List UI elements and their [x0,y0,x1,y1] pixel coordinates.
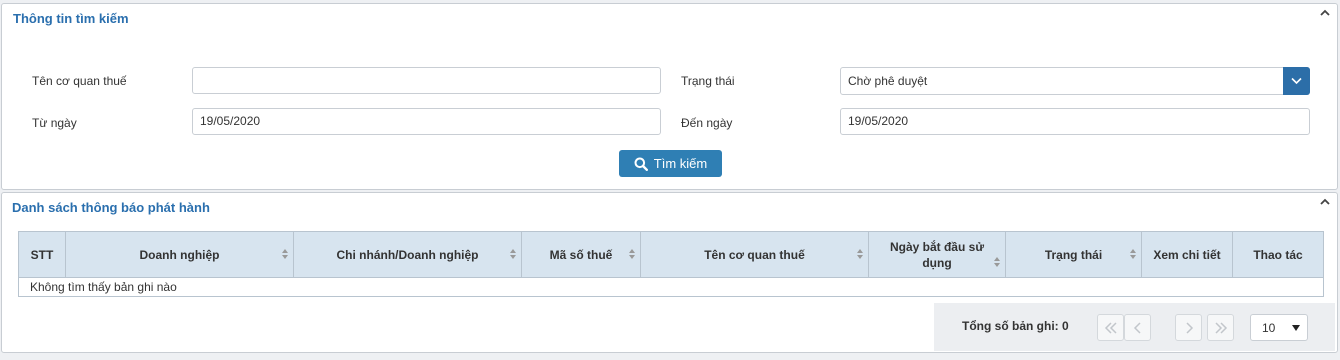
column-label: Xem chi tiết [1153,247,1221,262]
from-date-label: Từ ngày [32,116,77,130]
next-page-button[interactable] [1175,314,1202,341]
chevron-down-icon [1291,77,1302,85]
chevron-up-icon[interactable] [1319,196,1331,208]
caret-down-icon [1292,325,1300,331]
column-label: Thao tác [1253,247,1303,262]
column-stt: STT [19,232,66,277]
last-page-button[interactable] [1207,314,1234,341]
to-date-value: 19/05/2020 [848,114,909,128]
chevron-left-icon [1133,322,1141,334]
column-tax-code[interactable]: Mã số thuế [522,232,641,277]
column-label: Doanh nghiệp [139,247,220,262]
column-label: STT [30,247,54,262]
list-panel-title: Danh sách thông báo phát hành [12,200,210,215]
results-table: STT Doanh nghiệp Chi nhánh/Doanh nghiệp … [18,231,1324,297]
tax-agency-label: Tên cơ quan thuế [32,74,127,88]
column-actions: Thao tác [1233,232,1323,277]
sort-icon[interactable] [1129,248,1137,260]
from-date-input[interactable]: 19/05/2020 [192,108,661,135]
sort-icon[interactable] [281,248,289,260]
sort-icon[interactable] [628,248,636,260]
column-start-date[interactable]: Ngày bắt đầu sử dụng [869,232,1006,277]
status-label: Trạng thái [681,74,735,88]
double-chevron-right-icon [1215,322,1228,334]
page-size-select[interactable]: 10 [1250,314,1308,341]
empty-message: Không tìm thấy bản ghi nào [30,280,177,294]
tax-agency-input[interactable] [192,67,661,94]
from-date-value: 19/05/2020 [200,114,261,128]
column-enterprise[interactable]: Doanh nghiệp [66,232,294,277]
column-branch[interactable]: Chi nhánh/Doanh nghiệp [294,232,522,277]
status-dropdown-button[interactable] [1283,67,1310,95]
table-row: Không tìm thấy bản ghi nào [19,278,1323,297]
search-button[interactable]: Tìm kiếm [619,150,722,177]
total-records: Tổng số bản ghi: 0 [962,319,1069,333]
chevron-up-icon[interactable] [1319,7,1331,19]
search-panel-title: Thông tin tìm kiếm [13,11,129,26]
page-size-value: 10 [1262,321,1276,335]
sort-icon[interactable] [856,248,864,260]
to-date-input[interactable]: 19/05/2020 [840,108,1310,135]
sort-icon[interactable] [509,248,517,260]
to-date-label: Đến ngày [681,116,733,130]
search-button-label: Tìm kiếm [653,156,708,171]
search-panel: Thông tin tìm kiếm Tên cơ quan thuế Trạn… [1,3,1338,190]
list-panel: Danh sách thông báo phát hành STT Doanh … [1,192,1338,353]
column-tax-agency[interactable]: Tên cơ quan thuế [641,232,869,277]
status-select-value: Chờ phê duyệt [848,74,928,88]
column-label: Mã số thuế [549,247,613,262]
column-status[interactable]: Trạng thái [1006,232,1142,277]
column-label: Chi nhánh/Doanh nghiệp [336,247,479,262]
double-chevron-left-icon [1104,322,1117,334]
previous-page-button[interactable] [1124,314,1151,341]
first-page-button[interactable] [1097,314,1124,341]
chevron-right-icon [1186,322,1194,334]
sort-icon[interactable] [993,256,1001,268]
pagination-bar: Tổng số bản ghi: 0 10 [934,303,1335,351]
column-label: Ngày bắt đầu sử dụng [889,239,985,270]
column-view-detail: Xem chi tiết [1142,232,1233,277]
column-label: Tên cơ quan thuế [704,247,805,262]
column-label: Trạng thái [1044,247,1103,262]
search-icon [634,157,648,171]
status-select[interactable]: Chờ phê duyệt [840,67,1310,95]
table-header: STT Doanh nghiệp Chi nhánh/Doanh nghiệp … [19,232,1323,278]
